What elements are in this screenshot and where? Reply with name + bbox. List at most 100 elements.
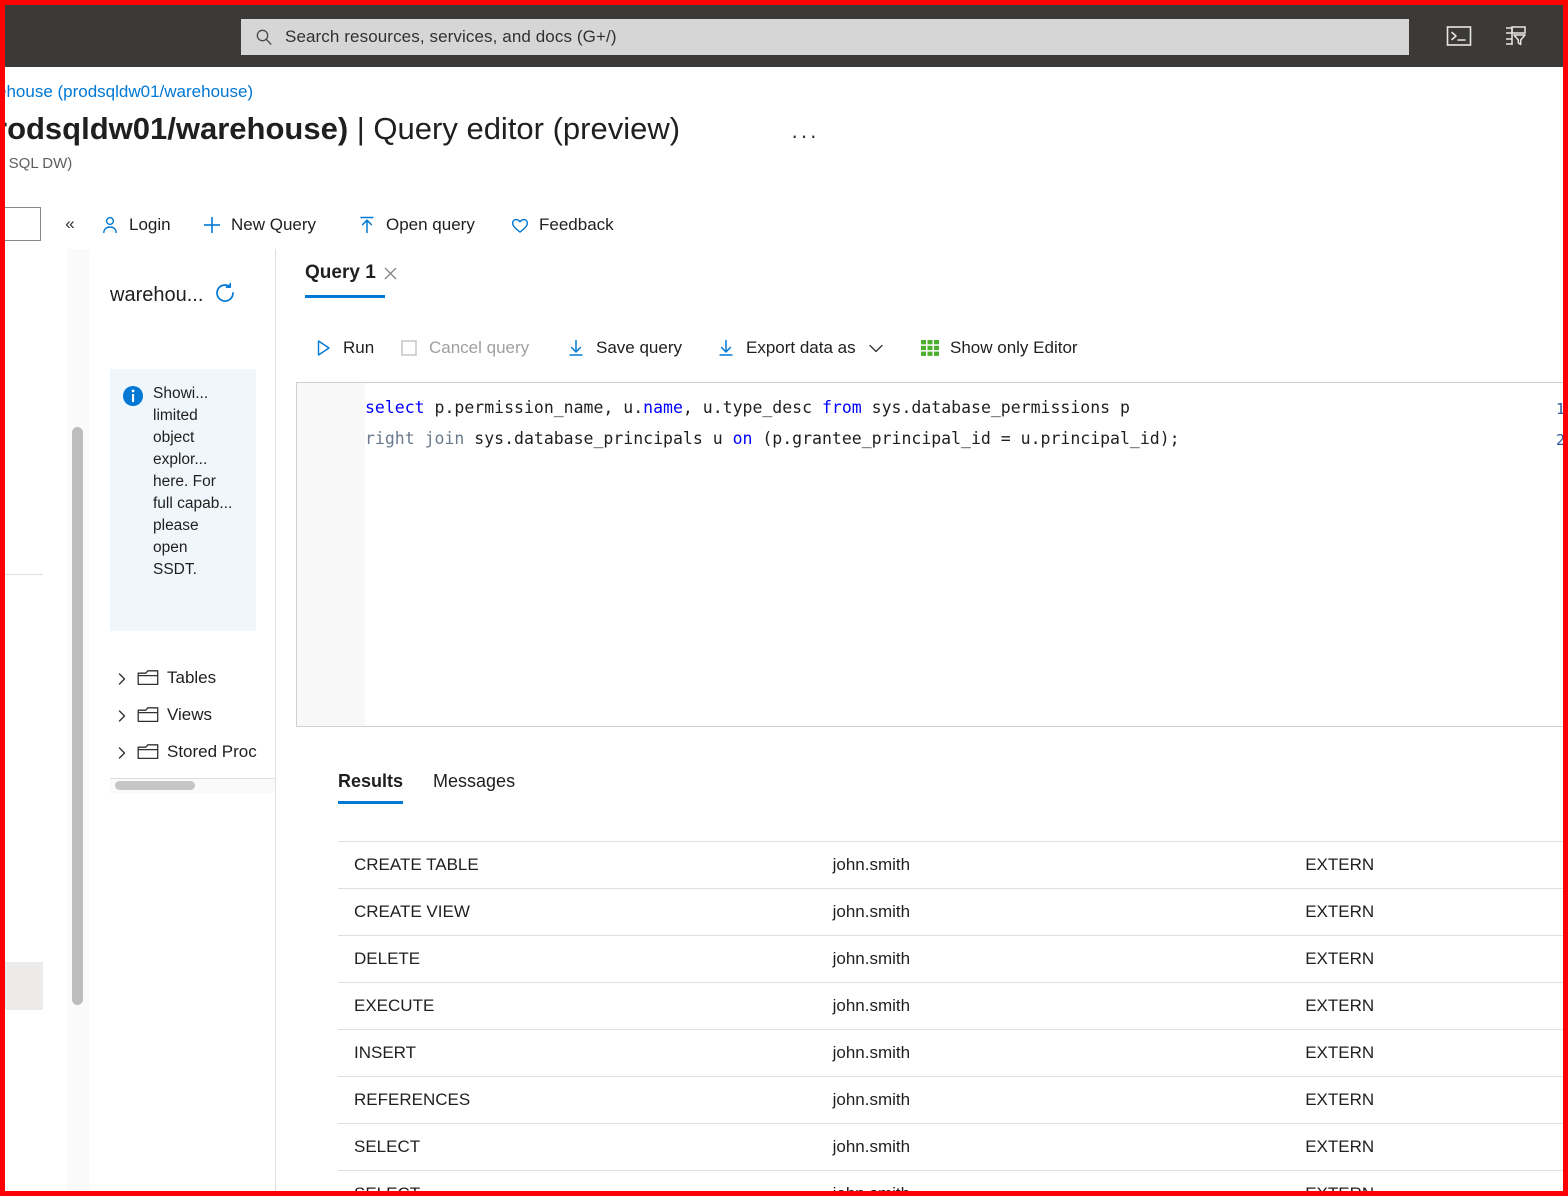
results-tab-strip: Results Messages [338,771,515,804]
results-grid: CREATE TABLE john.smith EXTERN CREATE VI… [338,841,1563,1191]
tree-node-views[interactable]: Views [115,705,212,725]
cell-permission-name: INSERT [354,1043,417,1062]
upload-arrow-icon [357,215,377,235]
feedback-button[interactable]: Feedback [510,209,614,241]
cell-name: john.smith [832,1137,911,1156]
chevron-right-icon[interactable] [115,708,129,722]
table-row[interactable]: EXECUTE john.smith EXTERN [338,982,1563,1029]
new-query-label: New Query [231,215,317,234]
global-search-placeholder: Search resources, services, and docs (G+… [285,27,617,46]
download-arrow-icon [566,338,586,358]
cell-name: john.smith [832,1090,911,1109]
breadcrumb[interactable]: ehouse (prodsqldw01/warehouse) [0,82,253,102]
sql-code-editor[interactable]: 1 2 select p.permission_name, u.name, u.… [296,382,1563,727]
cancel-query-button[interactable]: Cancel query [399,332,529,364]
table-row[interactable]: DELETE john.smith EXTERN [338,935,1563,982]
tab-messages[interactable]: Messages [433,771,515,804]
table-row[interactable]: REFERENCES john.smith EXTERN [338,1076,1563,1123]
sql-line-number: 1 [1556,402,1563,417]
open-query-label: Open query [386,215,475,234]
cell-name: john.smith [832,902,911,921]
table-row[interactable]: CREATE TABLE john.smith EXTERN [338,841,1563,888]
cell-permission-name: CREATE TABLE [354,855,479,874]
heart-icon [510,215,530,235]
collapse-nav-button[interactable]: « [57,211,83,237]
export-data-as-button[interactable]: Export data as [716,332,886,364]
chevron-right-icon[interactable] [115,745,129,759]
object-explorer-header: warehou... [110,281,237,310]
folder-icon [137,743,159,761]
nav-divider [5,574,43,575]
global-search-input[interactable]: Search resources, services, and docs (G+… [241,19,1409,55]
tab-query-1[interactable]: Query 1 [305,262,399,284]
download-arrow-icon [716,338,736,358]
chevron-right-icon[interactable] [115,671,129,685]
object-explorer-hscrollbar-thumb[interactable] [115,781,195,790]
command-bar: « Login New Query Open query Feedback [0,200,1563,249]
left-navigation-panel: on s [5,249,68,1191]
cell-type-desc: EXTERN [1305,1090,1375,1109]
cell-name: john.smith [833,1184,1306,1191]
cell-name: john.smith [832,855,911,874]
chevron-down-icon[interactable] [866,338,886,358]
tree-node-stored-procedures[interactable]: Stored Proc [115,742,257,762]
cell-name: john.smith [832,996,911,1015]
table-row[interactable]: SELECT john.smith EXTERN [338,1123,1563,1170]
save-query-button[interactable]: Save query [566,332,682,364]
page-title-section: | Query editor (preview) [348,111,681,146]
directory-filter-button[interactable] [1499,23,1533,53]
cell-type-desc: EXTERN [1305,996,1375,1015]
export-data-as-label: Export data as [746,338,856,357]
table-row[interactable]: CREATE VIEW john.smith EXTERN [338,888,1563,935]
folder-icon [137,706,159,724]
table-row[interactable]: INSERT john.smith EXTERN [338,1029,1563,1076]
run-label: Run [343,338,375,357]
directory-filter-icon [1503,24,1529,53]
database-name-label: warehou... [110,283,204,306]
nav-item-selected[interactable] [5,962,43,1010]
cell-name: john.smith [832,949,911,968]
tab-active-indicator [305,295,385,298]
refresh-icon [213,281,237,310]
tree-node-views-label: Views [167,705,213,724]
table-row[interactable]: SELECT john.smith EXTERN [338,1170,1563,1191]
cell-permission-name: DELETE [354,949,421,968]
sql-line-number: 2 [1556,433,1563,448]
cloud-shell-icon [1446,25,1472,52]
stop-square-icon [399,338,419,358]
results-pane: Results Messages CREATE TABLE john.smith… [276,749,1563,1191]
azure-global-topbar: Search resources, services, and docs (G+… [5,5,1563,67]
more-options-button[interactable]: ··· [791,125,819,147]
sql-gutter [297,383,365,726]
cell-type-desc: EXTERN [1305,855,1375,874]
tree-node-stored-procedures-label: Stored Proc [167,742,257,761]
tab-results[interactable]: Results [338,771,404,804]
query-editor-area: Query 1 Run Cancel query Save query Expo… [276,249,1563,1191]
sql-line-1: select p.permission_name, u.name, u.type… [365,398,1130,417]
cell-type-desc: EXTERN [1305,902,1375,921]
cloud-shell-button[interactable] [1442,23,1476,53]
page-subtitle: y SQL DW) [0,155,73,172]
refresh-button[interactable] [213,281,237,310]
nav-filter-input[interactable] [0,207,41,241]
editor-toolbar: Run Cancel query Save query Export data … [276,327,1563,371]
sql-line-2: right join sys.database_principals u on … [365,429,1180,448]
close-icon[interactable] [382,265,399,282]
login-button[interactable]: Login [100,209,171,241]
object-explorer-panel: warehou... Showi... limited object explo… [89,249,276,1191]
play-icon [313,338,333,358]
plus-icon [202,215,222,235]
grid-icon [920,338,940,358]
tree-node-tables[interactable]: Tables [115,668,216,688]
tree-node-tables-label: Tables [167,668,217,687]
open-query-button[interactable]: Open query [357,209,475,241]
page-title: rodsqldw01/warehouse) | Query editor (pr… [0,111,680,147]
new-query-button[interactable]: New Query [202,209,316,241]
show-only-editor-button[interactable]: Show only Editor [920,332,1078,364]
search-icon [255,28,273,46]
run-button[interactable]: Run [313,332,374,364]
info-icon [122,385,144,407]
object-explorer-info-text: Showi... limited object explor... here. … [153,385,233,578]
left-nav-scrollbar-thumb[interactable] [72,427,83,1005]
cell-type-desc: EXTERN [1305,949,1375,968]
